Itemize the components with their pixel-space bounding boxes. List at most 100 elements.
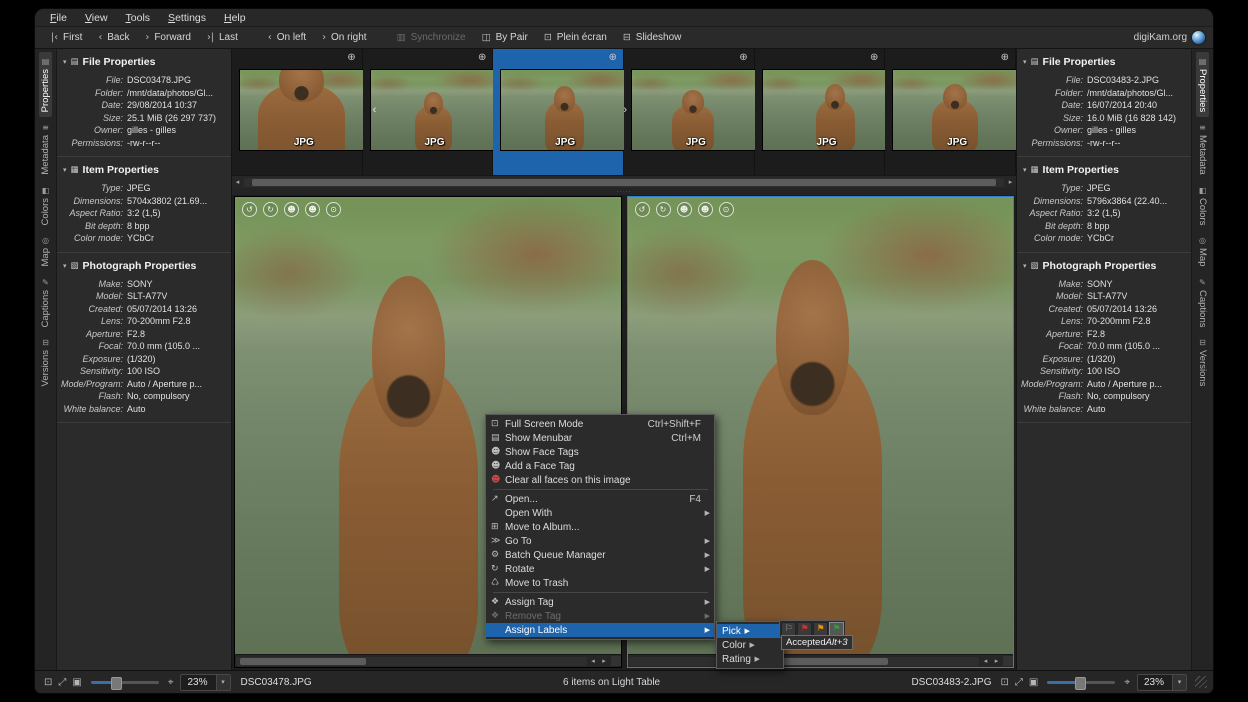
context-menu-item[interactable]: ↻ Rotate ▶ [486,562,714,576]
thumbnail-item[interactable]: ⊕ JPG [755,49,885,175]
menubar-item[interactable]: View [78,11,115,25]
right-sidebar-tab[interactable]: ◎ Map [1196,231,1209,271]
right-zoom-combo[interactable]: 23% ▾ [1137,674,1187,691]
toolbar-button[interactable]: ›| Last [199,30,246,45]
left-sidebar-tab[interactable]: ≡ Metadata [39,118,52,180]
context-menu-item[interactable]: Assign Labels ▶ [486,623,714,637]
submenu-item[interactable]: Color ▶ [717,638,783,652]
scroll-right-arrow-icon[interactable]: ▸ [991,657,1002,665]
right-sidebar-tab[interactable]: ⊟ Versions [1196,333,1209,391]
pick-flag-button[interactable]: ⚑ [813,622,828,636]
right-sidebar-tab[interactable]: ✎ Captions [1196,273,1209,333]
right-zoom-slider[interactable] [1047,681,1115,684]
slider-knob[interactable] [111,677,122,690]
menubar-item[interactable]: File [43,11,74,25]
context-menu-item[interactable]: ⚙ Batch Queue Manager ▶ [486,548,714,562]
right-zoom-fit-icon[interactable]: ⊡ [998,677,1012,688]
thumbnail-item[interactable]: ⊕ JPG [624,49,754,175]
sync-view-icon[interactable]: ⊙ [719,202,734,217]
right-sidebar-tab[interactable]: ◧ Colors [1196,181,1209,230]
right-fit-selection-icon[interactable]: ⤢ [1012,677,1026,688]
context-menu-item[interactable]: ❖ Assign Tag ▶ [486,595,714,609]
pick-flag-button[interactable]: ⚐ [781,622,796,636]
toolbar-button[interactable]: ▥ Synchronize [389,30,474,45]
scroll-right-arrow-icon[interactable]: ▸ [599,657,610,665]
toolbar-button[interactable]: ⊟ Slideshow [615,30,690,45]
section-header[interactable]: ▾ ▦ Item Properties [1017,157,1191,182]
pick-flag-button[interactable]: ⚑ [797,622,812,636]
section-header[interactable]: ▾ ▤ File Properties [57,49,231,74]
left-zoom-region-icon[interactable]: ⌖ [165,677,177,688]
scrollbar-track[interactable] [236,657,587,666]
show-face-tags-icon[interactable]: ☻ [677,202,692,217]
section-header[interactable]: ▾ ▧ Photograph Properties [1017,253,1191,278]
digikam-logo-icon[interactable] [1192,31,1205,44]
left-zoom-fit-icon[interactable]: ⊡ [41,677,55,688]
scrollbar-thumb[interactable] [240,658,366,665]
scrollbar-track[interactable] [244,178,1004,187]
context-menu-item[interactable]: ⊡ Full Screen Mode Ctrl+Shift+F [486,417,714,431]
rotate-left-icon[interactable]: ↺ [242,202,257,217]
scroll-left-arrow-icon[interactable]: ◂ [588,657,599,665]
toolbar-button[interactable]: ‹ On left [260,30,314,45]
toolbar-button[interactable]: ⊡ Plein écran [536,30,615,45]
context-menu-item[interactable]: ≫ Go To ▶ [486,534,714,548]
digikam-org-link[interactable]: digiKam.org [1134,32,1187,43]
add-face-tag-icon[interactable]: ☻ [698,202,713,217]
section-header[interactable]: ▾ ▦ Item Properties [57,157,231,182]
left-sidebar-tab[interactable]: ⊟ Versions [39,333,52,391]
context-menu-item[interactable]: ↗ Open... F4 [486,492,714,506]
toolbar-button[interactable]: ◫ By Pair [474,30,536,45]
right-actual-size-icon[interactable]: ▣ [1026,677,1041,688]
left-actual-size-icon[interactable]: ▣ [69,677,84,688]
context-menu-item[interactable]: ☻ Clear all faces on this image [486,473,714,487]
submenu-item[interactable]: Pick ▶ [717,624,783,638]
thumbnail-item[interactable]: ⊕ JPG ‹ [363,49,493,175]
left-zoom-combo[interactable]: 23% ▾ [180,674,230,691]
thumbnail-item[interactable]: ⊕ JPG [885,49,1015,175]
thumbnail-item[interactable]: ⊕ JPG [232,49,362,175]
right-preview-scrollbar[interactable]: ◂ ▸ [628,654,1014,667]
scrollbar-thumb[interactable] [252,179,997,186]
splitter-handle[interactable]: ····· [232,188,1016,195]
context-menu-item[interactable]: ♺ Move to Trash [486,576,714,590]
left-fit-selection-icon[interactable]: ⤢ [55,677,69,688]
left-preview-scrollbar[interactable]: ◂ ▸ [235,654,621,667]
context-menu-item[interactable]: ☻ Add a Face Tag [486,459,714,473]
dropdown-arrow-icon[interactable]: ▾ [1172,675,1186,690]
pick-flag-button[interactable]: ⚑ [829,622,844,636]
scroll-left-arrow-icon[interactable]: ◂ [980,657,991,665]
toolbar-button[interactable]: |‹ First [43,30,90,45]
scroll-right-arrow-icon[interactable]: ▸ [1005,178,1016,186]
toolbar-button[interactable]: › On right [314,30,374,45]
right-sidebar-tab[interactable]: ≡ Metadata [1196,118,1209,180]
context-menu-item[interactable]: ❖ Remove Tag ▶ [486,609,714,623]
left-sidebar-tab[interactable]: ◧ Colors [39,181,52,230]
rotate-right-icon[interactable]: ↻ [656,202,671,217]
add-face-tag-icon[interactable]: ☻ [305,202,320,217]
sync-view-icon[interactable]: ⊙ [326,202,341,217]
left-sidebar-tab[interactable]: ◎ Map [39,231,52,271]
context-menu-item[interactable]: ⊞ Move to Album... [486,520,714,534]
section-header[interactable]: ▾ ▤ File Properties [1017,49,1191,74]
pan-right-icon[interactable]: › [623,104,627,116]
scroll-left-arrow-icon[interactable]: ◂ [232,178,243,186]
window-resize-grip[interactable] [1195,676,1207,688]
thumbnail-scrollbar[interactable]: ◂ ▸ [232,175,1016,188]
menubar-item[interactable]: Tools [119,11,158,25]
scrollbar-track[interactable] [629,657,980,666]
toolbar-button[interactable]: ‹ Back [90,30,137,45]
toolbar-button[interactable]: › Forward [138,30,200,45]
submenu-item[interactable]: Rating ▶ [717,652,783,666]
right-zoom-region-icon[interactable]: ⌖ [1121,677,1133,688]
rotate-left-icon[interactable]: ↺ [635,202,650,217]
dropdown-arrow-icon[interactable]: ▾ [216,675,230,690]
context-menu-item[interactable]: ☻ Show Face Tags [486,445,714,459]
menubar-item[interactable]: Settings [161,11,213,25]
slider-knob[interactable] [1075,677,1086,690]
section-header[interactable]: ▾ ▧ Photograph Properties [57,253,231,278]
right-sidebar-tab[interactable]: ▤ Properties [1196,52,1209,117]
left-sidebar-tab[interactable]: ✎ Captions [39,273,52,333]
context-menu-item[interactable]: ▤ Show Menubar Ctrl+M [486,431,714,445]
menubar-item[interactable]: Help [217,11,253,25]
